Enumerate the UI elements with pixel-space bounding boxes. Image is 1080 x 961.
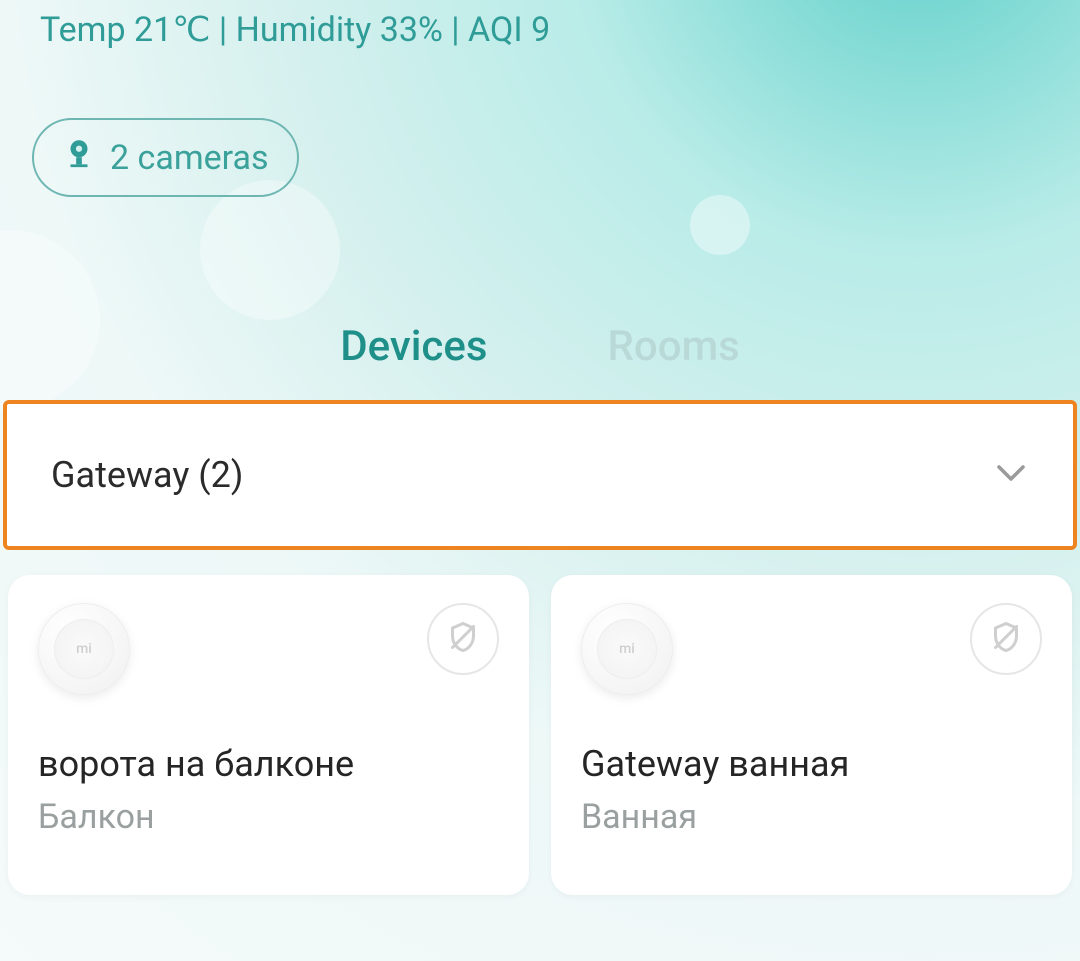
tab-rooms[interactable]: Rooms [607,322,739,371]
device-name: ворота на балконе [38,743,499,785]
camera-icon [62,136,96,179]
device-room: Балкон [38,797,499,837]
category-gateway-row[interactable]: Gateway (2) [3,400,1077,550]
device-name: Gateway ванная [581,743,1042,785]
gateway-device-icon: mi [581,603,673,695]
bg-decor [0,230,100,410]
gateway-device-icon: mi [38,603,130,695]
tab-devices[interactable]: Devices [340,322,487,371]
chevron-down-icon [993,455,1029,495]
device-card[interactable]: mi Gateway ванная Ванная [551,575,1072,895]
device-card[interactable]: mi ворота на балконе Балкон [8,575,529,895]
device-cards: mi ворота на балконе Балкон mi [8,575,1072,895]
category-label: Gateway (2) [51,454,243,496]
tabs: Devices Rooms [0,322,1080,371]
shield-off-icon [445,619,481,659]
environment-status: Temp 21℃ | Humidity 33% | AQI 9 [40,10,550,50]
device-status-button[interactable] [970,603,1042,675]
shield-off-icon [988,619,1024,659]
bg-decor [690,195,750,255]
cameras-label: 2 cameras [110,138,269,178]
bg-decor [200,180,340,320]
device-status-button[interactable] [427,603,499,675]
device-room: Ванная [581,797,1042,837]
cameras-button[interactable]: 2 cameras [32,118,299,197]
